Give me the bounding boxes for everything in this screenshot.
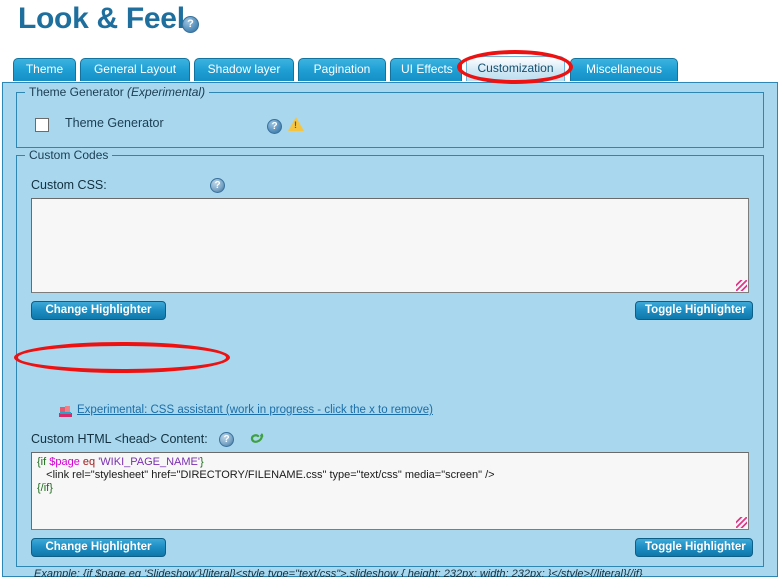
look-and-feel-page: Look & Feel Theme General Layout Shadow … <box>0 0 783 577</box>
theme-generator-legend-text: Theme Generator <box>29 85 127 99</box>
code-token-if-open: {if <box>37 456 49 468</box>
custom-codes-legend: Custom Codes <box>25 148 112 162</box>
page-title: Look & Feel <box>18 2 185 36</box>
custom-html-head-textarea[interactable]: {if $page eq 'WIKI_PAGE_NAME'} <link rel… <box>31 452 749 530</box>
tab-customization[interactable]: Customization <box>466 56 565 81</box>
head-example-text: Example: {if $page eq 'Slideshow'}{liter… <box>34 568 643 577</box>
custom-html-head-code: {if $page eq 'WIKI_PAGE_NAME'} <link rel… <box>37 456 744 495</box>
help-circle-icon[interactable] <box>267 118 282 136</box>
css-change-highlighter-button[interactable]: Change Highlighter <box>31 301 166 320</box>
tab-pagination[interactable]: Pagination <box>298 58 386 81</box>
theme-generator-checkbox[interactable] <box>35 118 49 132</box>
code-token-variable: $page <box>49 456 80 468</box>
custom-css-textarea[interactable] <box>31 198 749 293</box>
resize-grip-icon[interactable] <box>736 280 747 291</box>
theme-generator-legend: Theme Generator (Experimental) <box>25 85 209 99</box>
theme-generator-label: Theme Generator <box>65 116 164 130</box>
head-toggle-highlighter-button[interactable]: Toggle Highlighter <box>635 538 753 557</box>
theme-generator-fieldset: Theme Generator (Experimental) Theme Gen… <box>16 92 764 148</box>
tab-general-layout[interactable]: General Layout <box>80 58 190 81</box>
page-right-edge <box>779 0 783 577</box>
css-toggle-highlighter-button[interactable]: Toggle Highlighter <box>635 301 753 320</box>
code-token-operator: eq <box>80 456 98 468</box>
custom-css-label: Custom CSS: <box>31 178 107 192</box>
help-circle-icon[interactable] <box>182 16 199 33</box>
info-circle-icon[interactable] <box>210 177 225 195</box>
page-header: Look & Feel <box>0 0 783 48</box>
css-assistant-link[interactable]: Experimental: CSS assistant (work in pro… <box>77 404 433 416</box>
tab-strip: Theme General Layout Shadow layer Pagina… <box>0 58 783 83</box>
css-assistant-icon <box>59 406 72 417</box>
custom-html-head-label: Custom HTML <head> Content: <box>31 432 208 446</box>
custom-codes-fieldset: Custom Codes Custom CSS: Change Highligh… <box>16 155 764 567</box>
warning-triangle-icon <box>288 117 304 131</box>
tab-ui-effects[interactable]: UI Effects <box>390 58 462 81</box>
code-line-endif: {/if} <box>37 482 53 494</box>
tab-shadow-layer[interactable]: Shadow layer <box>194 58 294 81</box>
code-line-link: <link rel="stylesheet" href="DIRECTORY/F… <box>37 469 495 481</box>
info-circle-icon[interactable] <box>219 431 234 449</box>
resize-grip-icon[interactable] <box>736 517 747 528</box>
redo-arrow-icon[interactable] <box>250 432 265 446</box>
tab-theme[interactable]: Theme <box>13 58 76 81</box>
code-token-brace: } <box>200 456 204 468</box>
head-change-highlighter-button[interactable]: Change Highlighter <box>31 538 166 557</box>
code-token-string: 'WIKI_PAGE_NAME' <box>98 456 200 468</box>
customization-panel: Theme Generator (Experimental) Theme Gen… <box>2 82 778 577</box>
theme-generator-legend-emphasis: (Experimental) <box>127 85 205 99</box>
tab-miscellaneous[interactable]: Miscellaneous <box>570 58 678 81</box>
